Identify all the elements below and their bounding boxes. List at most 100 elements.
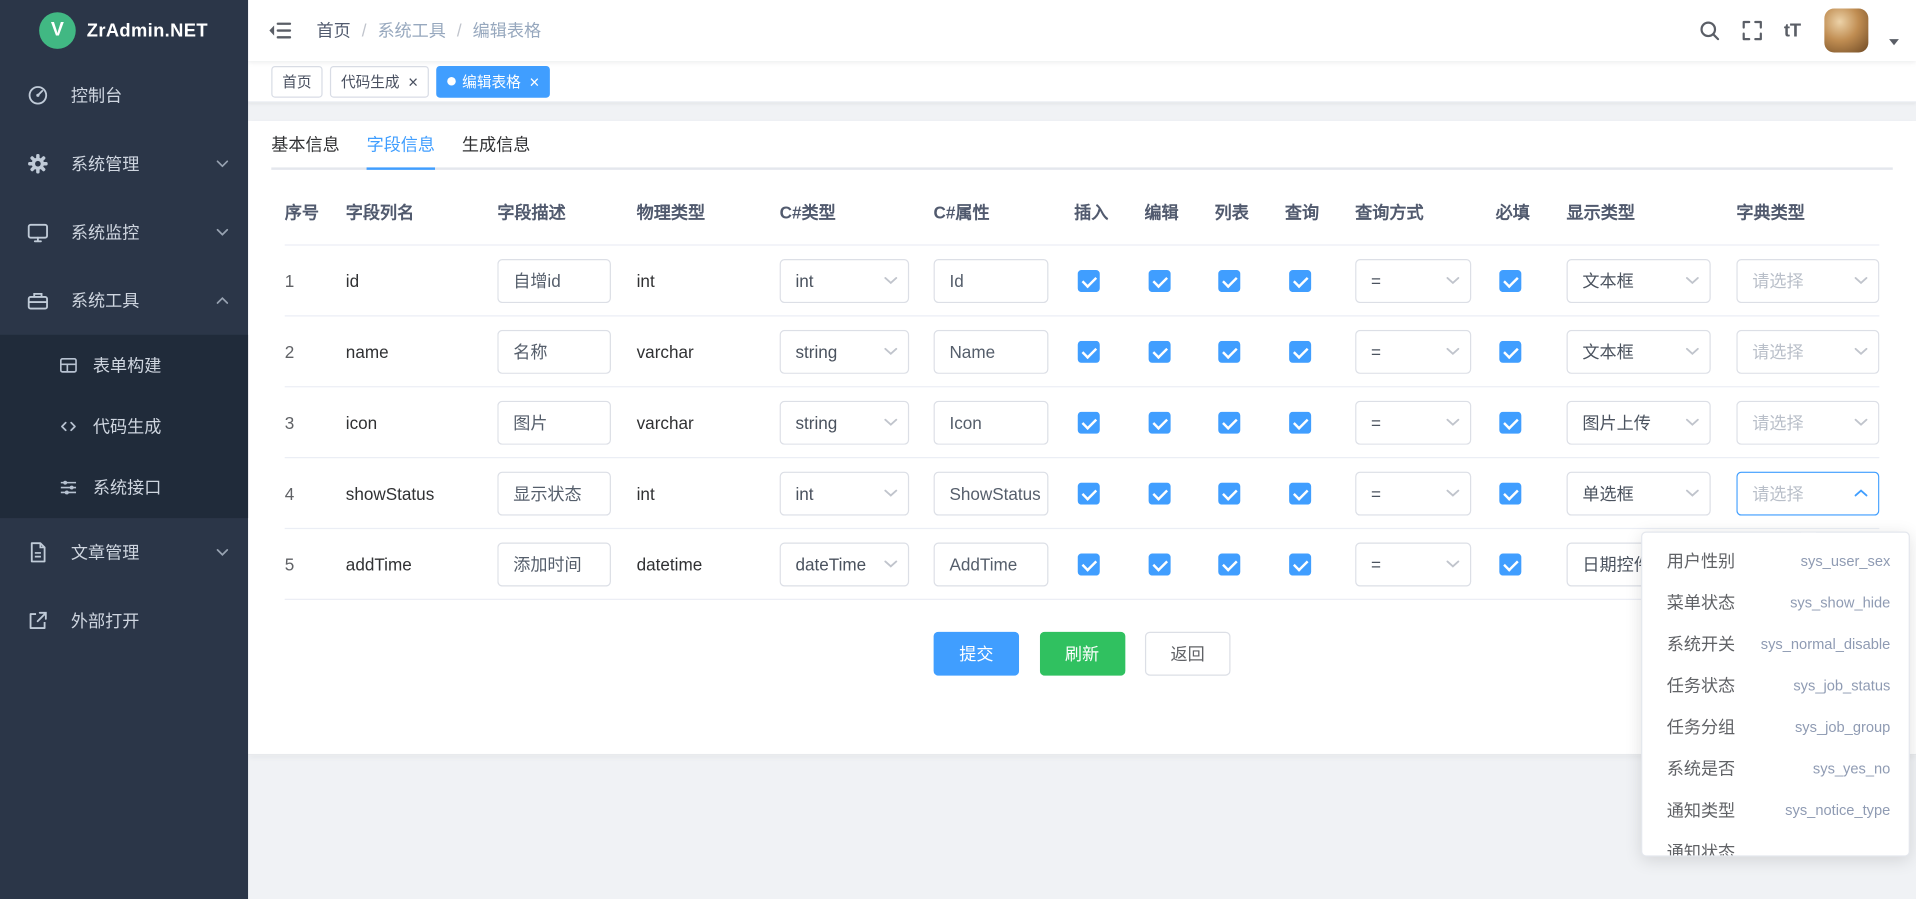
insert-checkbox[interactable]: [1078, 411, 1100, 433]
dict-option[interactable]: 系统开关 sys_normal_disable: [1642, 623, 1908, 665]
dict-option[interactable]: 系统是否 sys_yes_no: [1642, 748, 1908, 790]
csharp-property-input[interactable]: AddTime: [934, 542, 1049, 586]
sidebar-item-article-management[interactable]: 文章管理: [0, 518, 248, 586]
close-icon[interactable]: ×: [408, 73, 418, 90]
sidebar-item-system-monitor[interactable]: 系统监控: [0, 198, 248, 266]
sidebar-toggle-icon[interactable]: [268, 18, 292, 42]
sidebar-item-form-builder[interactable]: 表单构建: [0, 335, 248, 396]
insert-checkbox[interactable]: [1078, 482, 1100, 504]
edit-checkbox[interactable]: [1148, 340, 1170, 362]
query-mode-select[interactable]: =: [1355, 329, 1471, 373]
list-checkbox[interactable]: [1218, 340, 1240, 362]
column-header: 查询方式: [1355, 200, 1496, 224]
dict-type-select[interactable]: 请选择: [1736, 329, 1879, 373]
breadcrumb-system-tools[interactable]: 系统工具: [377, 18, 445, 42]
tag-edit-table[interactable]: 编辑表格 ×: [436, 65, 550, 97]
sidebar-item-system-api[interactable]: 系统接口: [0, 457, 248, 518]
dict-option[interactable]: 任务状态 sys_job_status: [1642, 665, 1908, 707]
avatar[interactable]: [1824, 9, 1868, 53]
csharp-property-input[interactable]: Name: [934, 329, 1049, 373]
input-value: AddTime: [949, 554, 1017, 574]
tab-gen-info[interactable]: 生成信息: [462, 121, 530, 167]
select-value: dateTime: [795, 554, 878, 574]
description-input[interactable]: 名称: [497, 329, 611, 373]
csharp-property-input[interactable]: ShowStatus: [934, 471, 1049, 515]
physical-type: varchar: [637, 342, 780, 362]
edit-checkbox[interactable]: [1148, 553, 1170, 575]
app-logo[interactable]: V ZrAdmin.NET: [0, 0, 248, 61]
breadcrumb-home[interactable]: 首页: [316, 18, 350, 42]
required-checkbox[interactable]: [1499, 553, 1521, 575]
csharp-type-select[interactable]: string: [780, 329, 910, 373]
sidebar-item-external-open[interactable]: 外部打开: [0, 587, 248, 655]
font-size-icon[interactable]: tT: [1784, 21, 1801, 39]
required-checkbox[interactable]: [1499, 340, 1521, 362]
dict-option[interactable]: 任务分组 sys_job_group: [1642, 706, 1908, 748]
edit-checkbox[interactable]: [1148, 482, 1170, 504]
dict-type-select[interactable]: 请选择: [1736, 258, 1879, 302]
csharp-type-select[interactable]: int: [780, 258, 910, 302]
csharp-type-select[interactable]: dateTime: [780, 542, 910, 586]
list-checkbox[interactable]: [1218, 269, 1240, 291]
query-checkbox[interactable]: [1289, 411, 1311, 433]
table-header: 序号 字段列名 字段描述 物理类型 C#类型 C#属性 插入 编辑 列表 查询 …: [285, 180, 1880, 246]
sidebar-item-system-management[interactable]: 系统管理: [0, 130, 248, 198]
description-input[interactable]: 图片: [497, 400, 611, 444]
csharp-type-select[interactable]: int: [780, 471, 910, 515]
required-checkbox[interactable]: [1499, 482, 1521, 504]
csharp-type-select[interactable]: string: [780, 400, 910, 444]
content-tabs: 基本信息 字段信息 生成信息: [271, 121, 1893, 170]
description-input[interactable]: 自增id: [497, 258, 611, 302]
query-mode-select[interactable]: =: [1355, 258, 1471, 302]
back-button[interactable]: 返回: [1145, 632, 1231, 676]
csharp-property-input[interactable]: Icon: [934, 400, 1049, 444]
description-input[interactable]: 显示状态: [497, 471, 611, 515]
query-mode-select[interactable]: =: [1355, 400, 1471, 444]
input-value: 名称: [513, 339, 547, 363]
refresh-button[interactable]: 刷新: [1039, 632, 1125, 676]
display-type-select[interactable]: 图片上传: [1567, 400, 1711, 444]
sidebar-item-dashboard[interactable]: 控制台: [0, 61, 248, 129]
query-checkbox[interactable]: [1289, 269, 1311, 291]
edit-checkbox[interactable]: [1148, 411, 1170, 433]
display-type-select[interactable]: 文本框: [1567, 258, 1711, 302]
dict-type-select[interactable]: 请选择: [1736, 400, 1879, 444]
csharp-property-input[interactable]: Id: [934, 258, 1049, 302]
column-header: 查询: [1285, 200, 1355, 224]
dict-option[interactable]: 通知状态: [1642, 831, 1908, 857]
insert-checkbox[interactable]: [1078, 269, 1100, 291]
query-mode-select[interactable]: =: [1355, 471, 1471, 515]
required-checkbox[interactable]: [1499, 411, 1521, 433]
document-icon: [27, 541, 49, 563]
dict-option[interactable]: 通知类型 sys_notice_type: [1642, 789, 1908, 831]
fullscreen-icon[interactable]: [1741, 20, 1763, 42]
sidebar-item-system-tools[interactable]: 系统工具: [0, 266, 248, 334]
description-input[interactable]: 添加时间: [497, 542, 611, 586]
list-checkbox[interactable]: [1218, 482, 1240, 504]
search-icon[interactable]: [1698, 20, 1720, 42]
sidebar-item-code-generator[interactable]: 代码生成: [0, 396, 248, 457]
query-checkbox[interactable]: [1289, 553, 1311, 575]
query-checkbox[interactable]: [1289, 482, 1311, 504]
caret-down-icon[interactable]: [1889, 39, 1899, 45]
query-mode-select[interactable]: =: [1355, 542, 1471, 586]
submit-button[interactable]: 提交: [934, 632, 1020, 676]
insert-checkbox[interactable]: [1078, 553, 1100, 575]
required-checkbox[interactable]: [1499, 269, 1521, 291]
dict-option[interactable]: 菜单状态 sys_show_hide: [1642, 582, 1908, 624]
query-checkbox[interactable]: [1289, 340, 1311, 362]
display-type-select[interactable]: 单选框: [1567, 471, 1711, 515]
dict-type-select[interactable]: 请选择: [1736, 471, 1879, 515]
list-checkbox[interactable]: [1218, 411, 1240, 433]
insert-checkbox[interactable]: [1078, 340, 1100, 362]
tab-field-info[interactable]: 字段信息: [367, 121, 435, 167]
tab-basic-info[interactable]: 基本信息: [271, 121, 339, 167]
form-icon: [59, 356, 79, 376]
close-icon[interactable]: ×: [529, 73, 539, 90]
edit-checkbox[interactable]: [1148, 269, 1170, 291]
display-type-select[interactable]: 文本框: [1567, 329, 1711, 373]
dict-option[interactable]: 用户性别 sys_user_sex: [1642, 540, 1908, 582]
tag-home[interactable]: 首页: [271, 65, 322, 97]
tag-code-generator[interactable]: 代码生成 ×: [330, 65, 429, 97]
list-checkbox[interactable]: [1218, 553, 1240, 575]
